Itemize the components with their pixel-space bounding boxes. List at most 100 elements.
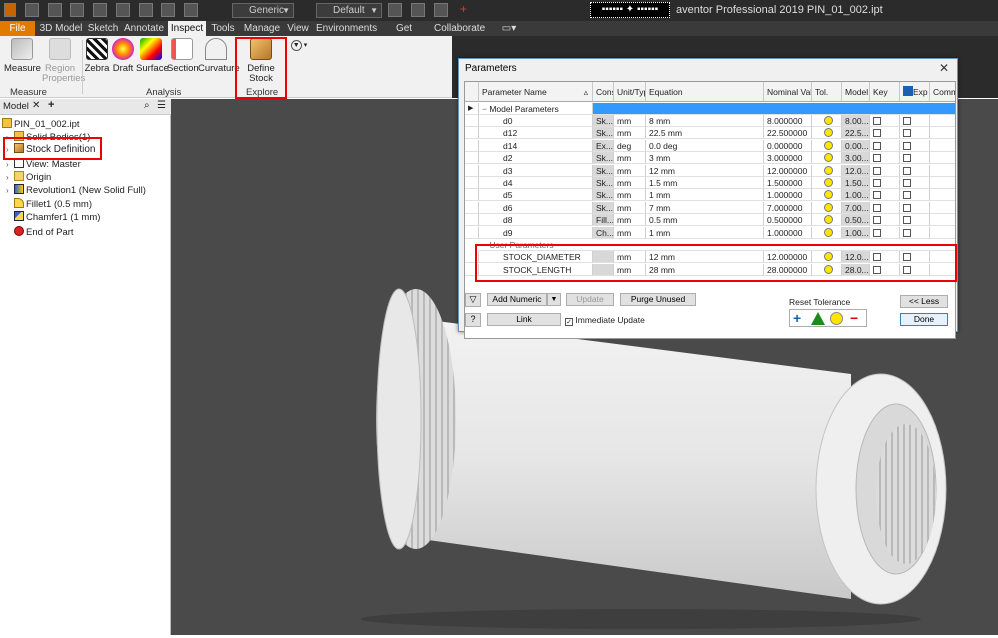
param-name-cell[interactable]: d0 <box>479 115 593 127</box>
expand-icon[interactable]: › <box>6 185 14 197</box>
checkbox[interactable] <box>903 154 911 163</box>
param-nom-cell[interactable]: 1.000000 <box>764 189 812 202</box>
comment-cell[interactable] <box>930 152 955 165</box>
browser-item-revolution1[interactable]: › Revolution1 (New Solid Full) <box>6 184 146 196</box>
close-icon[interactable]: ✕ <box>939 61 949 75</box>
param-nom-cell[interactable]: 12.000000 <box>764 164 812 177</box>
extra-dropdown-button[interactable]: ▼ ▾ <box>289 40 309 51</box>
key-checkbox[interactable] <box>870 177 900 189</box>
appearance-icon[interactable] <box>388 3 402 18</box>
param-nom-cell[interactable]: 1.500000 <box>764 177 812 189</box>
expand-icon[interactable]: › <box>6 159 14 171</box>
tolerance-cell[interactable] <box>812 115 842 127</box>
menu-icon[interactable]: ☰ <box>157 100 166 111</box>
column-header-key[interactable]: Key <box>870 82 900 102</box>
column-header-comment[interactable]: Commen <box>930 82 955 102</box>
param-model-cell[interactable]: 0.00... <box>842 139 870 152</box>
add-icon[interactable]: + <box>456 3 470 17</box>
tolerance-cell[interactable] <box>812 127 842 140</box>
row-selector[interactable] <box>465 164 479 177</box>
key-checkbox[interactable] <box>870 164 900 177</box>
checkbox[interactable] <box>903 228 911 237</box>
param-unit-cell[interactable]: mm <box>614 226 646 239</box>
comment-cell[interactable] <box>930 214 955 227</box>
export-checkbox[interactable] <box>900 201 930 214</box>
browser-item-end-of-part[interactable]: End of Part <box>14 226 74 238</box>
group-model-parameters[interactable]: − Model Parameters <box>479 103 593 115</box>
param-nom-cell[interactable]: 7.000000 <box>764 201 812 214</box>
param-cons-cell[interactable]: Sk... <box>593 201 614 214</box>
checkbox[interactable] <box>873 117 881 125</box>
param-unit-cell[interactable]: mm <box>614 115 646 127</box>
param-name-cell[interactable]: d3 <box>479 164 593 177</box>
link-button[interactable]: Link <box>487 313 561 326</box>
param-cons-cell[interactable]: Ex... <box>593 139 614 152</box>
checkbox[interactable] <box>873 129 881 138</box>
checkbox[interactable] <box>873 203 881 212</box>
param-nom-cell[interactable]: 8.000000 <box>764 115 812 127</box>
measure-button[interactable]: Measure <box>4 38 41 74</box>
checkbox[interactable] <box>873 141 881 150</box>
tolerance-cell[interactable] <box>812 177 842 189</box>
comment-cell[interactable] <box>930 165 955 177</box>
redo-icon[interactable] <box>115 3 130 18</box>
param-cons-cell[interactable]: Ch... <box>593 226 614 239</box>
browser-item-part[interactable]: PIN_01_002.ipt <box>2 118 80 130</box>
param-cons-cell[interactable]: Sk... <box>593 164 614 177</box>
comment-cell[interactable] <box>930 140 955 152</box>
key-checkbox[interactable] <box>870 226 900 239</box>
param-nom-cell[interactable]: 3.000000 <box>764 152 812 165</box>
tab-get-started[interactable]: Get Started <box>380 21 428 49</box>
clear-appearance-icon[interactable] <box>410 3 425 18</box>
tab-3d-model[interactable]: 3D Model <box>37 21 85 36</box>
param-nom-cell[interactable]: 22.500000 <box>764 127 812 140</box>
new-icon[interactable] <box>24 3 39 18</box>
key-checkbox[interactable] <box>870 139 900 152</box>
param-cons-cell[interactable]: Sk... <box>593 152 614 165</box>
comment-cell[interactable] <box>930 202 955 214</box>
param-cons-cell[interactable]: Sk... <box>593 115 614 127</box>
param-name-cell[interactable]: d6 <box>479 201 593 214</box>
column-header-cons[interactable]: Cons <box>593 82 614 102</box>
row-selector[interactable] <box>465 152 479 165</box>
param-unit-cell[interactable]: mm <box>614 214 646 227</box>
home-icon[interactable] <box>138 3 153 18</box>
done-button[interactable]: Done <box>900 313 948 326</box>
export-checkbox[interactable] <box>900 189 930 202</box>
param-name-cell[interactable]: d12 <box>479 127 593 140</box>
less-button[interactable]: << Less <box>900 295 948 308</box>
comment-cell[interactable] <box>930 189 955 202</box>
param-name-cell[interactable]: d8 <box>479 214 593 227</box>
key-checkbox[interactable] <box>870 115 900 127</box>
region-properties-button[interactable]: Region Properties <box>42 38 85 84</box>
checkbox[interactable] <box>903 141 911 150</box>
param-nom-cell[interactable]: 0.500000 <box>764 214 812 227</box>
param-cons-cell[interactable]: Sk... <box>593 127 614 140</box>
comment-cell[interactable] <box>930 127 955 140</box>
tolerance-cell[interactable] <box>812 139 842 152</box>
param-eq-cell[interactable]: 12 mm <box>646 164 764 177</box>
surface-button[interactable]: Surface <box>136 38 169 74</box>
curvature-button[interactable]: Curvature <box>198 38 240 74</box>
row-selector[interactable] <box>465 177 479 189</box>
key-checkbox[interactable] <box>870 214 900 227</box>
tolerance-cell[interactable] <box>812 226 842 239</box>
export-checkbox[interactable] <box>900 164 930 177</box>
browser-item-origin[interactable]: › Origin <box>6 171 51 183</box>
param-eq-cell[interactable]: 1.5 mm <box>646 177 764 189</box>
param-nom-cell[interactable]: 0.000000 <box>764 139 812 152</box>
search-box[interactable]: ▪▪▪▪▪▪ ✦ ▪▪▪▪▪▪ <box>590 2 670 18</box>
row-selector[interactable] <box>465 201 479 214</box>
param-nom-cell[interactable]: 1.000000 <box>764 226 812 239</box>
print-icon[interactable] <box>161 3 176 18</box>
browser-tab-model[interactable]: Model <box>3 101 29 112</box>
key-checkbox[interactable] <box>870 189 900 202</box>
export-checkbox[interactable] <box>900 226 930 239</box>
tab-view[interactable]: View <box>284 21 312 36</box>
comment-cell[interactable] <box>930 227 955 239</box>
param-unit-cell[interactable]: deg <box>614 139 646 152</box>
row-selector[interactable] <box>465 115 479 127</box>
checkbox[interactable] <box>903 166 911 175</box>
export-checkbox[interactable] <box>900 139 930 152</box>
update-button[interactable]: Update <box>566 293 614 306</box>
